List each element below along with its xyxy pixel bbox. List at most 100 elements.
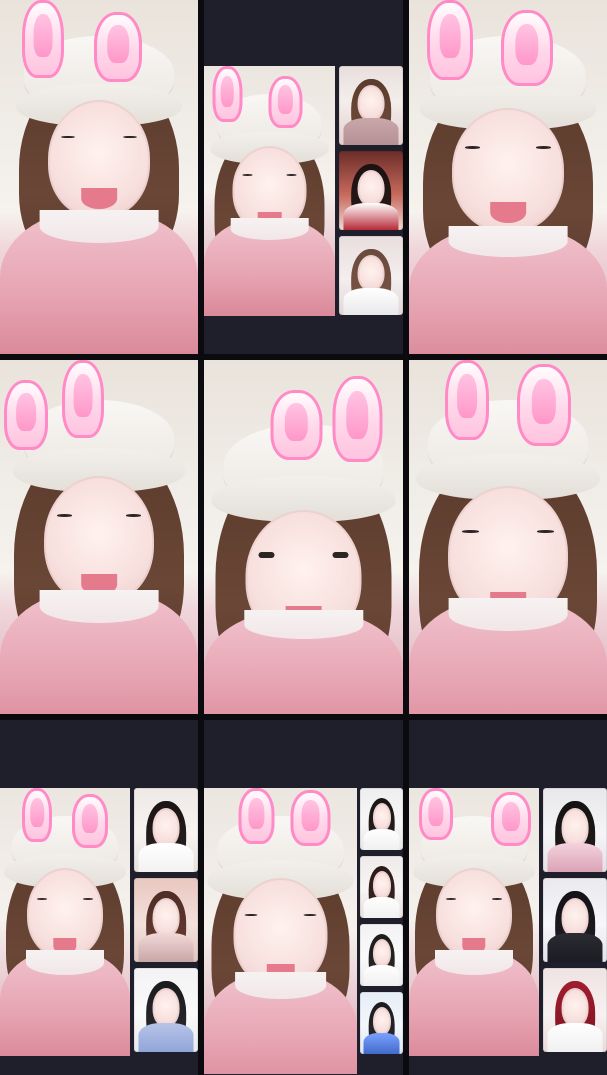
participant-thumb[interactable] (543, 788, 607, 872)
clothing (363, 828, 400, 850)
coat (0, 950, 130, 1056)
bunny-ear-inner (30, 797, 44, 828)
coat (0, 210, 198, 354)
eye-left (61, 136, 75, 139)
bunny-ear-right-icon (72, 794, 108, 848)
bunny-ear-inner (345, 391, 369, 439)
bunny-ear-left-icon (270, 390, 322, 460)
grid-tile-r3c1[interactable] (0, 720, 198, 1075)
bunny-ear-inner (457, 374, 477, 419)
clothing (363, 896, 400, 918)
eye-right (303, 914, 317, 917)
face (357, 254, 385, 292)
participant-thumb[interactable] (134, 878, 198, 962)
bunny-ear-inner (439, 14, 461, 59)
grid-tile-r1c2[interactable] (204, 0, 403, 354)
face (357, 169, 385, 207)
participant-thumb[interactable] (360, 856, 403, 918)
coat (409, 226, 607, 354)
grid-tile-r2c1[interactable] (0, 360, 198, 714)
bunny-ear-right-icon (268, 76, 302, 128)
main-video[interactable] (0, 788, 130, 1056)
main-video[interactable] (409, 788, 539, 1056)
clothing (138, 843, 194, 872)
main-person (0, 0, 198, 354)
bunny-ear-inner (531, 378, 557, 424)
bunny-ear-inner (33, 14, 53, 57)
eyes (244, 914, 317, 932)
collar (448, 226, 568, 257)
grid-tile-r1c3[interactable] (409, 0, 607, 354)
participant-thumb[interactable] (360, 788, 403, 850)
face (152, 898, 180, 937)
grid-tile-r3c2[interactable] (204, 720, 403, 1075)
participant-thumb[interactable] (134, 968, 198, 1052)
video-grid (0, 0, 607, 1075)
main-video[interactable] (204, 788, 357, 1074)
bunny-ear-inner (73, 374, 93, 417)
eye-left (446, 898, 457, 900)
bunny-ear-inner (301, 800, 319, 831)
bunny-ear-inner (107, 24, 129, 64)
bunny-ear-inner (81, 803, 99, 834)
coat (409, 598, 607, 714)
collar (26, 950, 104, 975)
clothing (547, 933, 603, 962)
clothing (363, 1032, 400, 1054)
eye-right (125, 514, 141, 517)
participant-thumbnails (134, 788, 198, 1056)
eyes (57, 514, 141, 536)
eye-right (537, 530, 554, 533)
eye-right (286, 174, 297, 176)
eyes (446, 898, 502, 912)
bunny-ear-inner (247, 798, 265, 829)
participant-thumb[interactable] (360, 992, 403, 1054)
grid-tile-r3c3[interactable] (409, 720, 607, 1075)
bunny-ear-left-icon (4, 380, 48, 450)
clothing (363, 964, 400, 986)
bunny-ear-inner (277, 85, 293, 114)
bunny-ear-right-icon (62, 360, 104, 438)
participant-thumb[interactable] (339, 236, 403, 315)
face (561, 808, 589, 847)
eye-left (462, 530, 479, 533)
eye-left (465, 146, 481, 149)
bunny-ear-left-icon (427, 0, 473, 80)
eye-right (535, 146, 551, 149)
main-person (204, 788, 357, 1074)
coat (204, 610, 403, 714)
bunny-ear-right-icon (517, 364, 571, 446)
bunny-ear-right-icon (332, 376, 382, 462)
bunny-ear-right-icon (94, 12, 142, 82)
clothing (547, 843, 603, 872)
bunny-ear-right-icon (501, 10, 553, 86)
main-person (204, 66, 335, 316)
eye-right (82, 898, 93, 900)
participant-thumb[interactable] (339, 151, 403, 230)
bunny-ear-left-icon (22, 788, 52, 842)
bunny-ear-left-icon (238, 788, 274, 844)
eyes (465, 146, 551, 168)
face (372, 938, 391, 968)
participant-thumb[interactable] (360, 924, 403, 986)
eyes (258, 552, 349, 570)
grid-tile-r1c1[interactable] (0, 0, 198, 354)
participant-thumb[interactable] (134, 788, 198, 872)
clothing (343, 203, 399, 230)
face (372, 802, 391, 832)
bunny-ear-inner (220, 76, 234, 107)
mouth (490, 202, 526, 224)
eye-left (244, 914, 258, 917)
main-video[interactable] (204, 66, 335, 316)
participant-thumb[interactable] (339, 66, 403, 145)
clothing (138, 933, 194, 962)
collar (39, 590, 159, 623)
participant-thumb[interactable] (543, 878, 607, 962)
collar (435, 950, 513, 975)
participant-thumb[interactable] (543, 968, 607, 1052)
grid-tile-r2c2[interactable] (204, 360, 403, 714)
main-person (409, 360, 607, 714)
grid-tile-r2c3[interactable] (409, 360, 607, 714)
clothing (138, 1023, 194, 1052)
collar (448, 598, 568, 631)
